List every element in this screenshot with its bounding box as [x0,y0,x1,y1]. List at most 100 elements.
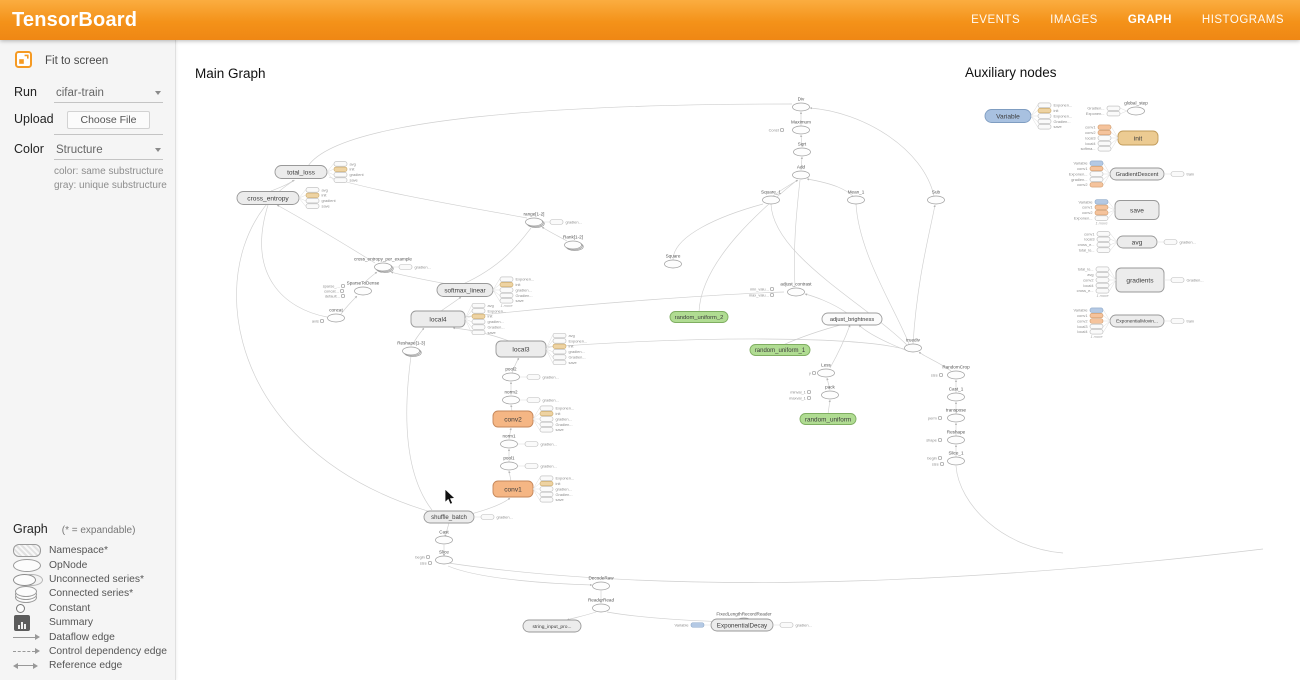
proxy-chip[interactable] [540,417,553,422]
proxy-chip[interactable] [540,487,553,492]
namespace-node-shuffle_batch[interactable]: shuffle_batch [424,511,474,523]
color-select[interactable]: Structure [54,142,163,160]
op-node-norm1[interactable]: norm1 [501,434,518,449]
namespace-node-random_uniform_1[interactable]: random_uniform_1 [750,345,810,356]
proxy-chip[interactable] [1095,200,1108,205]
proxy-chip[interactable] [334,162,347,167]
constant-node[interactable] [940,462,943,465]
namespace-node-random_uniform_2[interactable]: random_uniform_2 [670,312,728,323]
graph-svg[interactable]: DivMaximumConstSqrtAddSquare_1Mean_1Subr… [176,40,1300,680]
constant-node[interactable] [770,287,773,290]
proxy-chip[interactable] [1171,172,1184,177]
proxy-chip[interactable] [1097,237,1110,242]
proxy-chip[interactable] [472,314,485,319]
proxy-chip[interactable] [553,349,566,354]
constant-node[interactable] [807,390,810,393]
proxy-chip[interactable] [691,623,704,628]
proxy-chip[interactable] [500,288,513,293]
proxy-chip[interactable] [1090,308,1103,313]
namespace-node-ExponentialMovingAverage[interactable]: ExponentialMovin... [1110,315,1164,327]
proxy-chip[interactable] [1090,183,1103,188]
proxy-chip[interactable] [1098,147,1111,152]
op-node-Square_1[interactable]: Square_1 [761,190,781,205]
constant-node[interactable] [341,294,344,297]
proxy-chip[interactable] [1107,106,1120,111]
proxy-chip[interactable] [540,406,553,411]
proxy-chip[interactable] [334,172,347,177]
proxy-chip[interactable] [481,515,494,520]
op-node-Slice[interactable]: Slicebeginsize [415,550,452,566]
upload-file-button[interactable]: Choose File [54,110,163,135]
proxy-chip[interactable] [550,220,563,225]
proxy-chip[interactable] [334,178,347,183]
op-node-Sqrt[interactable]: Sqrt [794,142,811,157]
proxy-chip[interactable] [500,282,513,287]
proxy-chip[interactable] [527,398,540,403]
op-node-pool1[interactable]: pool1 [501,456,518,471]
namespace-node-GradientDescent[interactable]: GradientDescent [1110,168,1164,180]
constant-node[interactable] [340,289,343,292]
proxy-chip[interactable] [553,344,566,349]
op-node-pack[interactable]: packminval_1maxval_1 [789,385,838,401]
proxy-chip[interactable] [1164,240,1177,245]
graph-canvas[interactable]: Main Graph Auxiliary nodes DivMaximumCon… [176,40,1300,680]
op-node-Less[interactable]: Lessy [809,363,835,378]
proxy-chip[interactable] [540,492,553,497]
proxy-chip[interactable] [306,198,319,203]
proxy-chip[interactable] [1098,125,1111,130]
proxy-chip[interactable] [1090,166,1103,171]
op-node-Square[interactable]: Square [665,254,682,269]
proxy-chip[interactable] [306,204,319,209]
namespace-node-avg[interactable]: avg [1117,236,1157,248]
proxy-chip[interactable] [1098,136,1111,141]
op-node-Reshape[interactable]: Reshapeshape [926,430,965,445]
namespace-node-cross_entropy[interactable]: cross_entropy [237,192,299,205]
namespace-node-adjust_brightness[interactable]: adjust_brightness [822,313,882,325]
op-node-transpose[interactable]: transposeperm [928,408,967,423]
constant-node[interactable] [807,396,810,399]
constant-node[interactable] [812,371,815,374]
namespace-node-conv2[interactable]: conv2 [493,411,533,427]
proxy-chip[interactable] [1097,248,1110,253]
proxy-chip[interactable] [399,265,412,270]
op-node-range[1-2][interactable]: range[1-2] [524,212,545,228]
proxy-chip[interactable] [1171,278,1184,283]
proxy-chip[interactable] [334,167,347,172]
namespace-node-ExponentialDecay[interactable]: ExponentialDecay [711,619,773,631]
op-node-ReaderRead[interactable]: ReaderRead [588,598,614,613]
constant-node[interactable] [426,555,429,558]
namespace-node-Variable[interactable]: Variable [985,110,1031,123]
proxy-chip[interactable] [1038,114,1051,119]
nav-tab-images[interactable]: IMAGES [1050,14,1098,26]
proxy-chip[interactable] [540,411,553,416]
op-node-global_step[interactable]: global_step [1124,101,1148,116]
proxy-chip[interactable] [1090,324,1103,329]
constant-node[interactable] [938,416,941,419]
namespace-node-conv1[interactable]: conv1 [493,481,533,497]
op-node-Cast[interactable]: Cast [436,530,453,545]
op-node-SparseToDense[interactable]: SparseToDensesparse_...concat...default.… [323,281,380,299]
namespace-node-random_uniform[interactable]: random_uniform [800,414,856,425]
proxy-chip[interactable] [472,319,485,324]
nav-tab-graph[interactable]: GRAPH [1128,14,1172,26]
proxy-chip[interactable] [1095,205,1108,210]
proxy-chip[interactable] [1090,177,1103,182]
constant-node[interactable] [428,561,431,564]
proxy-chip[interactable] [1097,232,1110,237]
namespace-node-gradients[interactable]: gradients [1116,268,1164,292]
proxy-chip[interactable] [1095,210,1108,215]
proxy-chip[interactable] [540,422,553,427]
proxy-chip[interactable] [472,330,485,335]
nav-tab-histograms[interactable]: HISTOGRAMS [1202,14,1284,26]
proxy-chip[interactable] [472,303,485,308]
proxy-chip[interactable] [525,464,538,469]
proxy-chip[interactable] [1090,319,1103,324]
op-node-pool2[interactable]: pool2 [503,367,520,382]
proxy-chip[interactable] [472,325,485,330]
op-node-norm2[interactable]: norm2 [503,390,520,405]
proxy-chip[interactable] [1096,283,1109,288]
op-node-concat[interactable]: concataxis [312,308,345,324]
namespace-node-save[interactable]: save [1115,201,1159,220]
op-node-Maximum[interactable]: MaximumConst [769,120,811,135]
op-node-RandomCrop[interactable]: RandomCropsize [931,365,970,380]
